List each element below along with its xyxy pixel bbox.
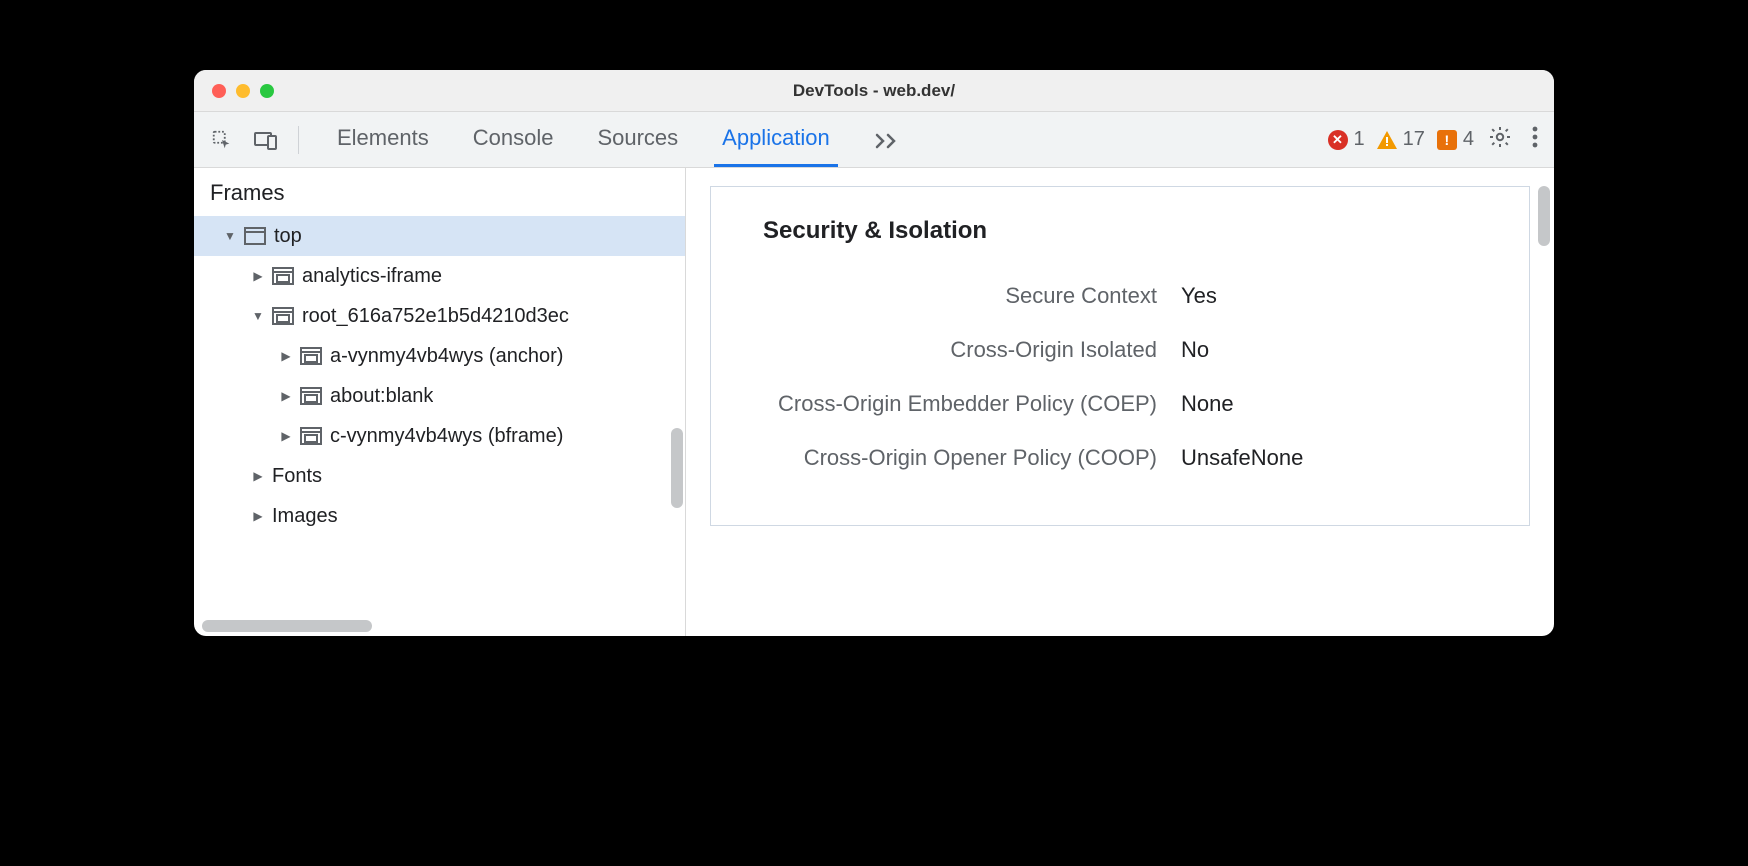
tree-item[interactable]: ▶ analytics-iframe	[194, 256, 685, 296]
tree-label: Fonts	[272, 465, 322, 488]
tree-label: analytics-iframe	[302, 265, 442, 288]
property-label: Cross-Origin Embedder Policy (COEP)	[711, 391, 1181, 417]
tree-item[interactable]: ▶ a-vynmy4vb4wys (anchor)	[194, 336, 685, 376]
property-label: Cross-Origin Opener Policy (COOP)	[711, 445, 1181, 471]
error-icon: ✕	[1328, 130, 1348, 150]
property-row: Cross-Origin IsolatedNo	[711, 323, 1529, 377]
close-window-button[interactable]	[212, 84, 226, 98]
toolbar-divider	[298, 126, 299, 154]
tree-label: Images	[272, 505, 338, 528]
property-row: Secure ContextYes	[711, 269, 1529, 323]
chevron-right-icon: ▶	[278, 429, 294, 443]
section-title: Security & Isolation	[711, 207, 1529, 269]
sidebar-scrollbar-vertical[interactable]	[671, 428, 683, 508]
tree-label: a-vynmy4vb4wys (anchor)	[330, 345, 563, 368]
more-options-icon[interactable]	[1526, 126, 1544, 153]
chevron-right-icon: ▶	[250, 469, 266, 483]
tree-item[interactable]: ▶ Images	[194, 496, 685, 536]
main-scrollbar-vertical[interactable]	[1538, 186, 1550, 246]
tree-item[interactable]: ▶ about:blank	[194, 376, 685, 416]
property-row: Cross-Origin Embedder Policy (COEP)None	[711, 377, 1529, 431]
iframe-icon	[300, 347, 322, 365]
frame-icon	[244, 227, 266, 245]
property-row: Cross-Origin Opener Policy (COOP)UnsafeN…	[711, 431, 1529, 485]
traffic-lights	[194, 84, 274, 98]
warning-icon	[1377, 131, 1397, 149]
chevron-right-icon: ▶	[250, 269, 266, 283]
inspect-element-icon[interactable]	[204, 122, 240, 158]
toolbar: Elements Console Sources Application ✕ 1…	[194, 112, 1554, 168]
main-panel: Security & Isolation Secure ContextYesCr…	[686, 168, 1554, 636]
status-counts: ✕ 1 17 ! 4	[1328, 128, 1475, 151]
iframe-icon	[272, 307, 294, 325]
iframe-icon	[300, 387, 322, 405]
sidebar-section-title: Frames	[194, 168, 685, 216]
property-value: UnsafeNone	[1181, 445, 1303, 471]
tree-label: about:blank	[330, 385, 433, 408]
panel-tabs: Elements Console Sources Application	[329, 112, 908, 167]
content: Frames ▼ top ▶ analytics-iframe ▼ root_616a…	[194, 168, 1554, 636]
property-value: Yes	[1181, 283, 1217, 309]
maximize-window-button[interactable]	[260, 84, 274, 98]
tree-item[interactable]: ▼ root_616a752e1b5d4210d3ec	[194, 296, 685, 336]
device-toolbar-icon[interactable]	[248, 122, 284, 158]
issues-count[interactable]: ! 4	[1437, 128, 1474, 151]
sidebar-scrollbar-horizontal[interactable]	[202, 620, 372, 632]
frames-tree: ▼ top ▶ analytics-iframe ▼ root_616a752e1b5…	[194, 216, 685, 536]
tree-label: top	[274, 225, 302, 248]
tree-item[interactable]: ▶ Fonts	[194, 456, 685, 496]
window-title: DevTools - web.dev/	[194, 81, 1554, 101]
tab-elements[interactable]: Elements	[329, 112, 437, 167]
security-section: Security & Isolation Secure ContextYesCr…	[710, 186, 1530, 526]
tree-label: root_616a752e1b5d4210d3ec	[302, 305, 569, 328]
tab-console[interactable]: Console	[465, 112, 562, 167]
issues-number: 4	[1463, 128, 1474, 151]
iframe-icon	[300, 427, 322, 445]
property-label: Secure Context	[711, 283, 1181, 309]
minimize-window-button[interactable]	[236, 84, 250, 98]
errors-count[interactable]: ✕ 1	[1328, 128, 1365, 151]
more-tabs-button[interactable]	[866, 112, 908, 167]
tree-label: c-vynmy4vb4wys (bframe)	[330, 425, 563, 448]
property-label: Cross-Origin Isolated	[711, 337, 1181, 363]
sidebar: Frames ▼ top ▶ analytics-iframe ▼ root_616a…	[194, 168, 686, 636]
chevron-right-icon: ▶	[250, 509, 266, 523]
warnings-number: 17	[1403, 128, 1425, 151]
issue-icon: !	[1437, 130, 1457, 150]
warnings-count[interactable]: 17	[1377, 128, 1425, 151]
tab-sources[interactable]: Sources	[589, 112, 686, 167]
tree-item[interactable]: ▶ c-vynmy4vb4wys (bframe)	[194, 416, 685, 456]
property-value: None	[1181, 391, 1234, 417]
property-value: No	[1181, 337, 1209, 363]
chevron-right-icon: ▶	[278, 349, 294, 363]
tab-application[interactable]: Application	[714, 112, 838, 167]
chevron-down-icon: ▼	[222, 229, 238, 243]
titlebar: DevTools - web.dev/	[194, 70, 1554, 112]
tree-item-top[interactable]: ▼ top	[194, 216, 685, 256]
errors-number: 1	[1354, 128, 1365, 151]
chevron-down-icon: ▼	[250, 309, 266, 323]
devtools-window: DevTools - web.dev/ Elements Console Sou…	[194, 70, 1554, 636]
iframe-icon	[272, 267, 294, 285]
settings-icon[interactable]	[1482, 125, 1518, 154]
chevron-right-icon: ▶	[278, 389, 294, 403]
